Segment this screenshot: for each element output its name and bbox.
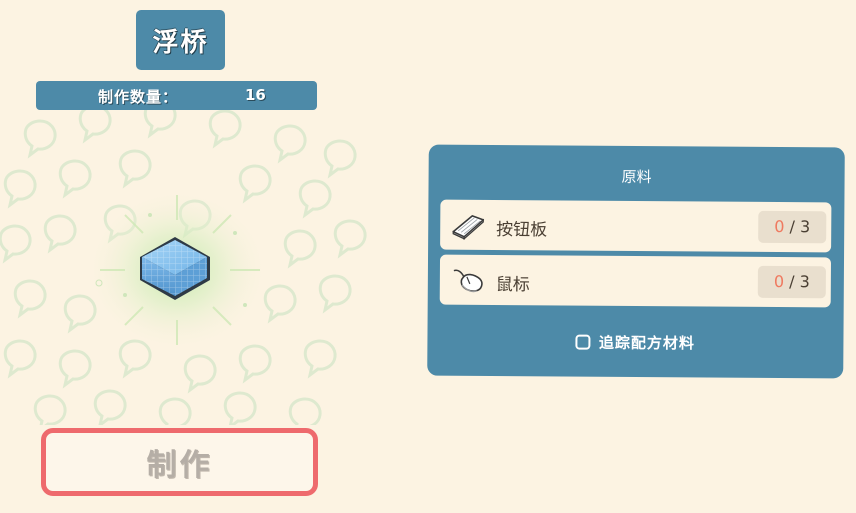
material-row-button-board: 按钮板 0 / 3 — [440, 199, 832, 253]
button-board-icon — [452, 215, 485, 240]
materials-title: 原料 — [621, 167, 652, 187]
materials-panel: 原料 按钮板 0 / 3 鼠标 0 / 3 追踪配方材料 — [427, 144, 845, 379]
craft-quantity-bar: 制作数量： 16 — [36, 81, 317, 110]
material-name: 鼠标 — [495, 275, 530, 296]
blue-block-icon — [85, 188, 269, 352]
craft-quantity-value: 16 — [245, 86, 266, 104]
craft-button[interactable]: 制作 — [41, 428, 318, 496]
crafting-screen: 浮桥 制作数量： 16 制作 原料 按钮板 0 / 3 鼠标 0 / 3 追踪配… — [0, 0, 856, 513]
mouse-icon — [453, 269, 483, 293]
material-count-need: 3 — [799, 272, 810, 292]
material-count-need: 3 — [799, 217, 811, 237]
track-materials-checkbox[interactable] — [575, 334, 591, 350]
material-name: 按钮板 — [496, 220, 548, 241]
material-count-have: 0 — [774, 216, 785, 237]
recipe-title: 浮桥 — [152, 27, 209, 58]
craft-quantity-label: 制作数量： — [98, 88, 179, 106]
material-count: 0 / 3 — [757, 265, 826, 299]
craft-button-label: 制作 — [146, 448, 213, 483]
recipe-title-box: 浮桥 — [136, 10, 225, 70]
material-count: 0 / 3 — [758, 210, 827, 244]
material-count-separator: / — [784, 217, 801, 237]
material-count-have: 0 — [773, 271, 785, 292]
material-row-mouse: 鼠标 0 / 3 — [439, 254, 832, 308]
track-materials-toggle[interactable]: 追踪配方材料 — [427, 330, 843, 355]
material-count-separator: / — [784, 272, 800, 292]
track-materials-label: 追踪配方材料 — [598, 333, 695, 352]
